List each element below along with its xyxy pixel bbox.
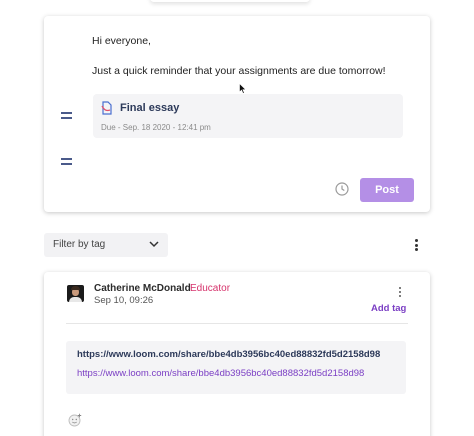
link-preview-title[interactable]: https://www.loom.com/share/bbe4db3956bc4… bbox=[77, 349, 380, 360]
assignment-attachment[interactable]: Final essay Due - Sep. 18 2020 - 12:41 p… bbox=[93, 94, 403, 138]
role-badge: Educator bbox=[190, 283, 231, 294]
attachment-due-date: Due - Sep. 18 2020 - 12:41 pm bbox=[101, 123, 211, 132]
divider bbox=[66, 323, 408, 324]
author-name[interactable]: Catherine McDonald bbox=[94, 283, 191, 294]
composer-message[interactable]: Just a quick reminder that your assignme… bbox=[92, 65, 386, 77]
kebab-menu-icon[interactable] bbox=[415, 239, 418, 251]
post-menu-icon[interactable] bbox=[398, 287, 401, 297]
chevron-down-icon bbox=[149, 241, 159, 248]
drag-handle-icon[interactable] bbox=[61, 112, 72, 119]
link-preview[interactable]: https://www.loom.com/share/bbe4db3956bc4… bbox=[66, 341, 406, 394]
document-icon bbox=[101, 101, 112, 115]
previous-card-edge bbox=[150, 0, 310, 2]
attachment-title: Final essay bbox=[120, 102, 180, 114]
link-preview-url[interactable]: https://www.loom.com/share/bbe4db3956bc4… bbox=[77, 368, 364, 379]
post-button[interactable]: Post bbox=[360, 178, 414, 202]
avatar[interactable] bbox=[67, 285, 84, 302]
clock-icon[interactable] bbox=[335, 182, 349, 196]
drag-handle-icon[interactable] bbox=[61, 158, 72, 165]
post-card: Catherine McDonald Educator Sep 10, 09:2… bbox=[44, 272, 430, 436]
filter-label: Filter by tag bbox=[53, 239, 106, 250]
filter-by-tag-select[interactable]: Filter by tag bbox=[44, 233, 168, 257]
post-date: Sep 10, 09:26 bbox=[94, 295, 154, 306]
post-composer: Hi everyone, Just a quick reminder that … bbox=[44, 16, 430, 212]
add-reaction-icon[interactable] bbox=[68, 413, 82, 427]
composer-greeting[interactable]: Hi everyone, bbox=[92, 35, 151, 47]
cursor-icon bbox=[239, 83, 247, 94]
add-tag-button[interactable]: Add tag bbox=[371, 303, 406, 314]
